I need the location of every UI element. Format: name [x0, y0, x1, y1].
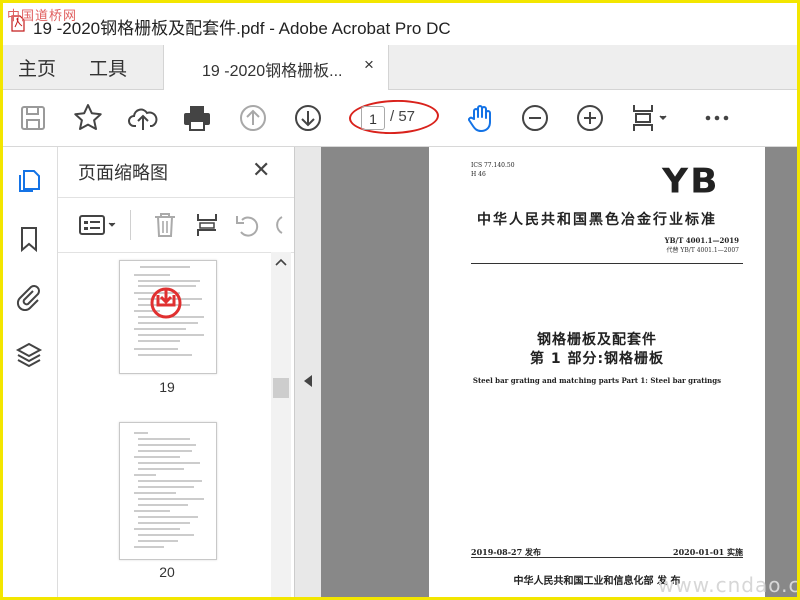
- save-icon[interactable]: [17, 102, 49, 134]
- layers-icon[interactable]: [15, 341, 43, 369]
- print-icon[interactable]: [181, 102, 213, 134]
- thumbnail-page[interactable]: [119, 422, 217, 560]
- document-title-cn: 钢格栅板及配套件: [537, 332, 657, 348]
- tab-bar: 主页 工具 19 -2020钢格栅板... ×: [3, 45, 797, 90]
- trash-icon[interactable]: [151, 211, 179, 239]
- bookmark-icon[interactable]: [15, 225, 43, 253]
- rotate-right-icon[interactable]: [272, 211, 286, 239]
- extract-pages-icon[interactable]: [193, 211, 221, 239]
- star-icon[interactable]: [72, 102, 104, 134]
- ics-line: ICS 77.140.50: [471, 162, 515, 169]
- yb-logo: YB: [662, 162, 720, 201]
- pdf-page: ICS 77.140.50 H 46 YB 中华人民共和国黑色冶金行业标准 YB…: [429, 147, 765, 597]
- thumbnail-content: [134, 266, 204, 356]
- panel-close-button[interactable]: ✕: [252, 157, 270, 183]
- thumbnail-options-icon[interactable]: [78, 211, 118, 239]
- thumbnail-page[interactable]: [119, 260, 217, 374]
- pdf-watermark-icon: [150, 287, 182, 319]
- cloud-upload-icon[interactable]: [127, 102, 159, 134]
- ics-code: ICS 77.140.50 H 46: [471, 161, 515, 179]
- page-thumbnails-icon[interactable]: [15, 167, 43, 195]
- attachment-icon[interactable]: [15, 283, 43, 311]
- more-icon[interactable]: [701, 102, 733, 134]
- tab-document-label: 19 -2020钢格栅板...: [202, 63, 343, 80]
- panel-title: 页面缩略图: [78, 163, 168, 183]
- ics-line: H 46: [471, 171, 486, 178]
- collapse-panel-button[interactable]: [295, 147, 321, 597]
- watermark-bottom: www.cndao.c: [658, 573, 800, 597]
- hand-icon[interactable]: [465, 102, 497, 134]
- zoom-in-icon[interactable]: [574, 102, 606, 134]
- thumbnail-label: 19: [159, 379, 175, 395]
- page-number-input[interactable]: 1: [361, 106, 385, 130]
- tab-home[interactable]: 主页: [18, 54, 56, 81]
- chevron-left-icon: [304, 375, 312, 387]
- standard-title: 中华人民共和国黑色冶金行业标准: [477, 212, 717, 228]
- page-total: / 57: [390, 108, 416, 125]
- tab-document[interactable]: 19 -2020钢格栅板... ×: [163, 45, 389, 90]
- thumbnails-panel: 页面缩略图 ✕ 19 20: [58, 147, 295, 597]
- thumbnail-label: 20: [159, 564, 175, 580]
- thumbnail-scrollbar[interactable]: [271, 252, 291, 597]
- arrow-up-circle-icon[interactable]: [237, 102, 269, 134]
- window-title: 19 -2020钢格栅板及配套件.pdf - Adobe Acrobat Pro…: [33, 19, 451, 38]
- divider: [471, 263, 743, 264]
- thumbnail-content: [134, 432, 204, 548]
- fit-page-icon[interactable]: [628, 102, 672, 134]
- document-title-en: Steel bar grating and matching parts Par…: [472, 376, 722, 385]
- panel-toolbar: [58, 197, 294, 253]
- tab-close-button[interactable]: ×: [364, 55, 374, 75]
- document-view: ICS 77.140.50 H 46 YB 中华人民共和国黑色冶金行业标准 YB…: [295, 147, 797, 597]
- scroll-up-icon[interactable]: [275, 258, 287, 266]
- tab-tools[interactable]: 工具: [89, 54, 127, 81]
- rotate-left-icon[interactable]: [234, 211, 262, 239]
- scrollbar-thumb[interactable]: [273, 378, 289, 398]
- thumbnail-list: 19 20: [58, 252, 270, 597]
- toolbar: 1 / 57: [3, 90, 797, 147]
- divider: [471, 557, 743, 558]
- zoom-out-icon[interactable]: [519, 102, 551, 134]
- app-window: 19 -2020钢格栅板及配套件.pdf - Adobe Acrobat Pro…: [0, 0, 800, 600]
- left-rail: [3, 147, 58, 597]
- toolbar-divider: [130, 210, 131, 240]
- standard-number: YB/T 4001.1—2019: [664, 236, 739, 245]
- replaces-standard: 代替 YB/T 4001.1—2007: [666, 247, 739, 254]
- watermark-top: 中国道桥网: [7, 9, 78, 24]
- arrow-down-circle-icon[interactable]: [292, 102, 324, 134]
- document-subtitle-cn: 第 1 部分:钢格栅板: [529, 351, 665, 367]
- title-bar: 19 -2020钢格栅板及配套件.pdf - Adobe Acrobat Pro…: [3, 3, 797, 45]
